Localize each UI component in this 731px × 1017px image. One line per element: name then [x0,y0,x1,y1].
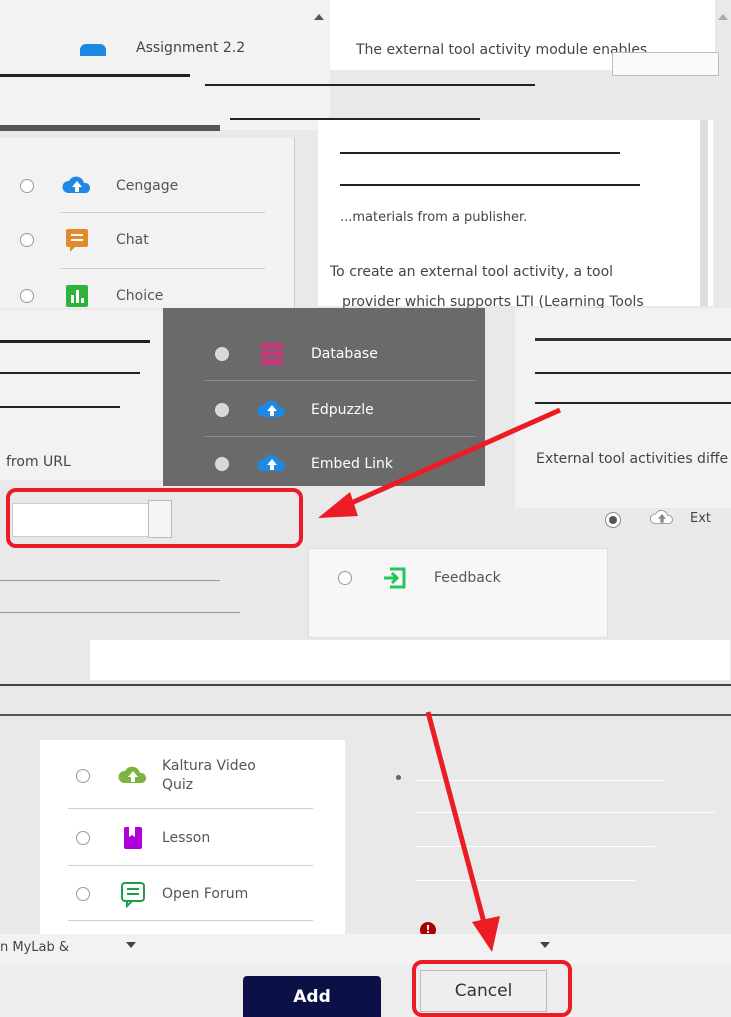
arrow-to-input [338,407,562,511]
arrowhead-cancel [472,916,500,952]
arrowhead-input [318,492,358,518]
annotation-arrows [318,407,562,952]
arrow-to-cancel [425,711,489,931]
